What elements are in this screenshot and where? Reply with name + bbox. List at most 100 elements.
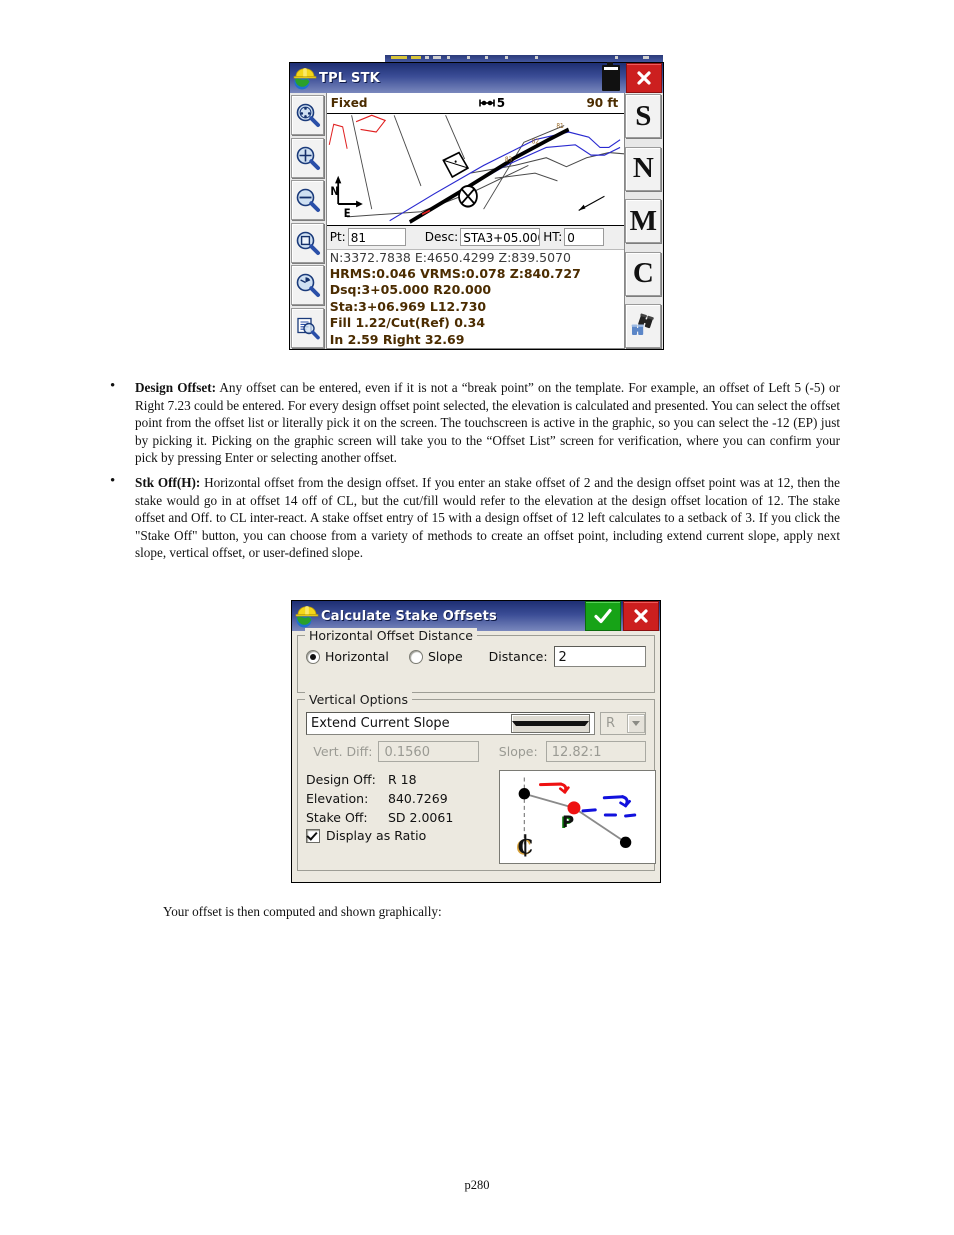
pt-input[interactable]: 81: [347, 228, 406, 247]
vert-diff-input: 0.1560: [378, 741, 479, 762]
readout-line: Sta:3+06.969 L12.730: [329, 298, 487, 314]
tpl-stk-body: Fixed 5 90 ft 81 82 83 N E Pt: 81 Desc: …: [290, 93, 663, 349]
vertical-options-group: Vertical Options Extend Current Slope R …: [297, 692, 656, 871]
svg-text:E: E: [343, 206, 350, 220]
offset-summary: Design Off: R 18 Elevation: 840.7269 Sta…: [306, 770, 496, 843]
readout-line: HRMS:0.046 VRMS:0.078 Z:840.727: [329, 265, 581, 281]
side-value: R: [606, 716, 616, 731]
hardhat-globe-icon: [292, 65, 318, 91]
battery-icon: [602, 62, 620, 91]
bullet-design-offset: Design Offset: Any offset can be entered…: [110, 378, 841, 467]
svg-text:83: 83: [505, 156, 512, 163]
ok-button[interactable]: [585, 601, 621, 631]
bullet-term: Stk Off(H):: [135, 474, 201, 490]
horizontal-offset-group: Horizontal Offset Distance Horizontal Sl…: [297, 628, 655, 693]
configure-button[interactable]: C: [625, 251, 662, 296]
satellite-count: 5: [478, 96, 506, 110]
design-off-value: R 18: [388, 772, 417, 787]
readout-line: Dsq:3+05.000 R20.000: [329, 282, 492, 298]
bullet-list: Design Offset: Any offset can be entered…: [110, 378, 841, 562]
distance-label: Distance:: [488, 649, 548, 664]
elevation-value: 840.7269: [388, 791, 448, 806]
desc-input[interactable]: STA3+05.000: [460, 228, 541, 247]
tpl-stk-window: TPL STK Fixed 5 90 ft 81 82 83 N E Pt: 8…: [289, 62, 664, 350]
satellite-icon: [478, 99, 495, 107]
elevation-label: Elevation:: [306, 791, 369, 806]
chevron-down-icon: [627, 714, 645, 733]
action-toolbar: S N M C: [625, 93, 663, 349]
map-scale-label: 90 ft: [586, 96, 619, 110]
bullet-text: Horizontal offset from the design offset…: [135, 474, 840, 561]
graphic-centerline-label: C C: [516, 834, 533, 859]
zoom-window-tool-button[interactable]: [291, 222, 324, 263]
map-canvas[interactable]: 81 82 83 N E: [326, 114, 625, 226]
svg-text:82: 82: [531, 138, 538, 145]
elevation-row: Elevation: 840.7269: [306, 789, 496, 808]
vertical-method-value-wrap[interactable]: Extend Current Slope: [306, 712, 595, 735]
map-button[interactable]: M: [625, 199, 662, 243]
magnifier-window-icon: [296, 231, 320, 255]
readout-panel: N:3372.7838 E:4650.4299 Z:839.5070 HRMS:…: [326, 249, 625, 348]
close-button[interactable]: [626, 63, 662, 93]
binoculars-icon: [631, 313, 655, 335]
horizontal-offset-legend: Horizontal Offset Distance: [305, 628, 477, 643]
design-off-label: Design Off:: [306, 772, 376, 787]
page: TPL STK Fixed 5 90 ft 81 82 83 N E Pt: 8…: [0, 0, 954, 1235]
bullet-stk-off: Stk Off(H): Horizontal offset from the d…: [110, 473, 840, 562]
magnifier-plus-icon: [296, 146, 320, 170]
page-footer: p280: [464, 1178, 490, 1192]
svg-text:81: 81: [556, 123, 563, 130]
tpl-stk-main: Fixed 5 90 ft 81 82 83 N E Pt: 81 Desc: …: [325, 93, 626, 349]
bullet-text: Any offset can be entered, even if it is…: [135, 380, 841, 466]
svg-text:P: P: [562, 812, 574, 831]
zoom-out-tool-button[interactable]: [291, 180, 324, 221]
satellite-count-value: 5: [496, 96, 506, 110]
vertical-options-legend: Vertical Options: [305, 692, 412, 707]
readout-line: In 2.59 Right 32.69: [329, 331, 465, 347]
hardhat-globe-icon: [294, 603, 320, 629]
dialog-title: Calculate Stake Offsets: [321, 608, 497, 624]
calculate-stake-offsets-dialog: Calculate Stake Offsets Horizontal Offse…: [291, 600, 661, 883]
magnifier-pan-icon: [296, 103, 320, 127]
monitor-button[interactable]: [625, 304, 662, 348]
chevron-down-icon[interactable]: [510, 714, 590, 733]
distance-input[interactable]: 2: [553, 646, 646, 667]
summary-and-graphic-row: Design Off: R 18 Elevation: 840.7269 Sta…: [306, 770, 656, 864]
slope-radio[interactable]: [408, 649, 423, 664]
side-combo: R: [600, 712, 646, 735]
point-entry-row: Pt: 81 Desc: STA3+05.000 HT: 0: [326, 225, 625, 250]
map-tools-toolbar: [290, 93, 326, 349]
bullet-term: Design Offset:: [135, 380, 217, 395]
magnifier-list-icon: [296, 317, 320, 340]
zoom-previous-tool-button[interactable]: [291, 265, 324, 306]
display-as-ratio-checkbox[interactable]: [306, 828, 320, 843]
design-off-row: Design Off: R 18: [306, 770, 496, 789]
vertical-method-value: Extend Current Slope: [311, 716, 450, 731]
background-window-sliver: [385, 55, 663, 62]
closing-paragraph: Your offset is then computed and shown g…: [163, 904, 442, 919]
close-button[interactable]: [623, 601, 659, 631]
store-button[interactable]: S: [625, 94, 662, 138]
offset-type-radios: Horizontal Slope Distance: 2: [306, 646, 646, 667]
vertical-method-combo[interactable]: Extend Current Slope R: [306, 712, 646, 735]
horizontal-radio-label: Horizontal: [325, 649, 389, 664]
horizontal-radio[interactable]: [306, 649, 320, 664]
svg-text:N: N: [330, 184, 338, 198]
north-button[interactable]: N: [625, 146, 662, 191]
zoom-list-tool-button[interactable]: [291, 307, 324, 348]
dialog-titlebar: Calculate Stake Offsets: [292, 601, 660, 631]
pt-label: Pt:: [329, 230, 346, 245]
tpl-stk-titlebar: TPL STK: [290, 62, 663, 93]
readout-line: N:3372.7838 E:4650.4299 Z:839.5070: [329, 249, 571, 265]
fix-quality-label: Fixed: [330, 96, 368, 110]
stake-off-label: Stake Off:: [306, 810, 368, 825]
pan-tool-button[interactable]: [291, 95, 324, 135]
stake-off-value: SD 2.0061: [388, 810, 454, 825]
gps-status-row: Fixed 5 90 ft: [326, 93, 625, 114]
offset-graphic: P P C C: [499, 770, 656, 864]
stake-off-row: Stake Off: SD 2.0061: [306, 808, 496, 827]
display-as-ratio-row[interactable]: Display as Ratio: [306, 828, 496, 843]
zoom-in-tool-button[interactable]: [291, 137, 324, 178]
slope-label: Slope:: [498, 744, 538, 759]
ht-input[interactable]: 0: [564, 228, 605, 247]
